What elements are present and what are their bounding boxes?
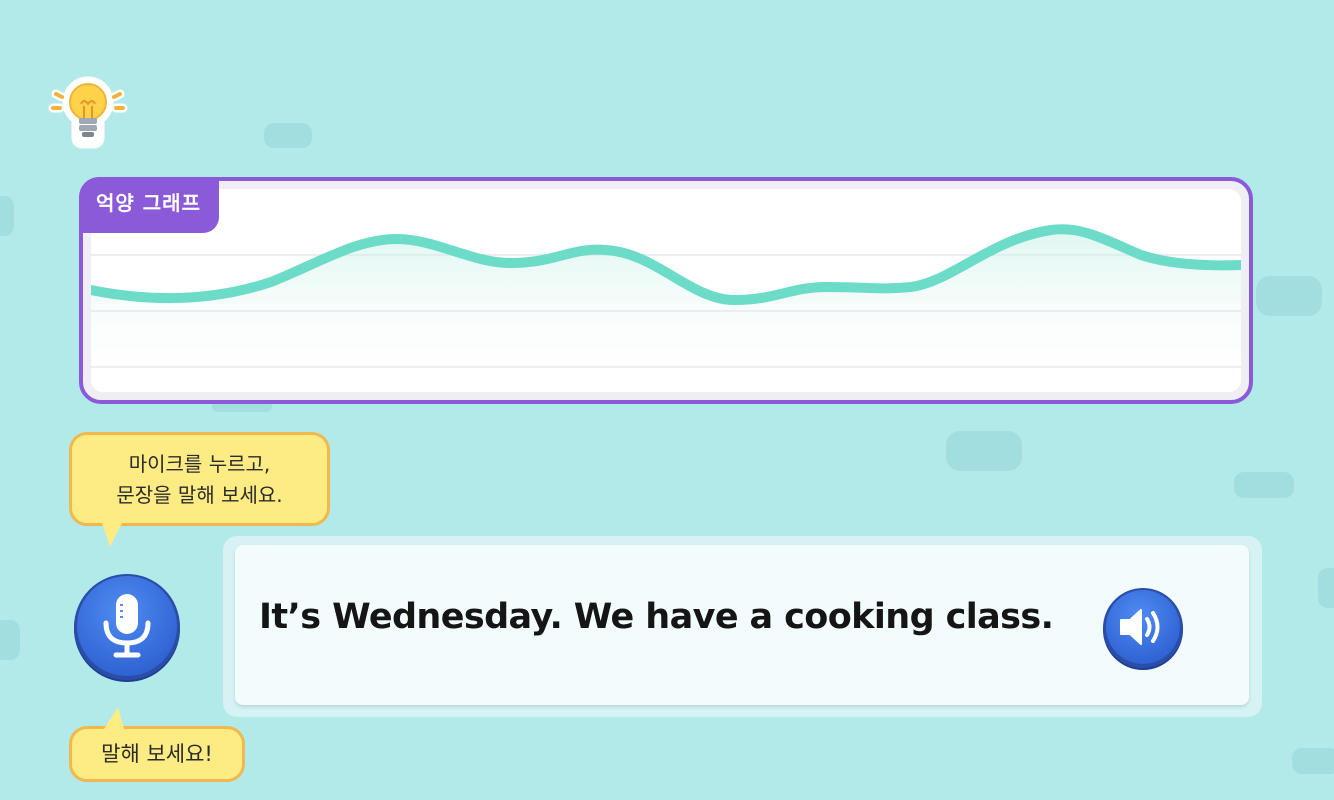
- background-decoration: [946, 431, 1022, 471]
- graph-title-tag: 억양 그래프: [79, 177, 219, 233]
- sentence-text: It’s Wednesday. We have a cooking class.: [259, 597, 1054, 637]
- instruction-bubble: 마이크를 누르고, 문장을 말해 보세요.: [69, 432, 330, 547]
- play-audio-button[interactable]: [1101, 586, 1185, 670]
- background-decoration: [264, 123, 312, 148]
- intonation-graph: [91, 224, 1241, 392]
- background-decoration: [1292, 748, 1334, 774]
- bubble-tail: [102, 523, 122, 547]
- background-decoration: [1234, 472, 1294, 498]
- intonation-graph-panel: 억양 그래프: [79, 177, 1253, 404]
- speak-prompt-label: 말해 보세요!: [101, 742, 213, 766]
- background-decoration: [1256, 276, 1322, 316]
- microphone-button[interactable]: [71, 571, 183, 683]
- instruction-line-2: 문장을 말해 보세요.: [116, 483, 283, 507]
- hint-button[interactable]: [46, 68, 130, 152]
- sentence-card: It’s Wednesday. We have a cooking class.: [235, 545, 1249, 705]
- bubble-tail: [104, 707, 124, 729]
- background-decoration: [0, 196, 14, 236]
- speaker-icon: [1103, 588, 1183, 670]
- microphone-icon: [74, 574, 180, 682]
- background-decoration: [0, 620, 20, 660]
- sentence-card-frame: It’s Wednesday. We have a cooking class.: [223, 536, 1262, 717]
- intonation-graph-area: [91, 189, 1241, 392]
- background-decoration: [1318, 568, 1334, 608]
- intonation-wave-fill: [91, 232, 1241, 392]
- instruction-line-1: 마이크를 누르고,: [128, 452, 271, 476]
- speak-prompt-bubble: 말해 보세요!: [69, 707, 245, 782]
- lightbulb-icon: [48, 76, 128, 149]
